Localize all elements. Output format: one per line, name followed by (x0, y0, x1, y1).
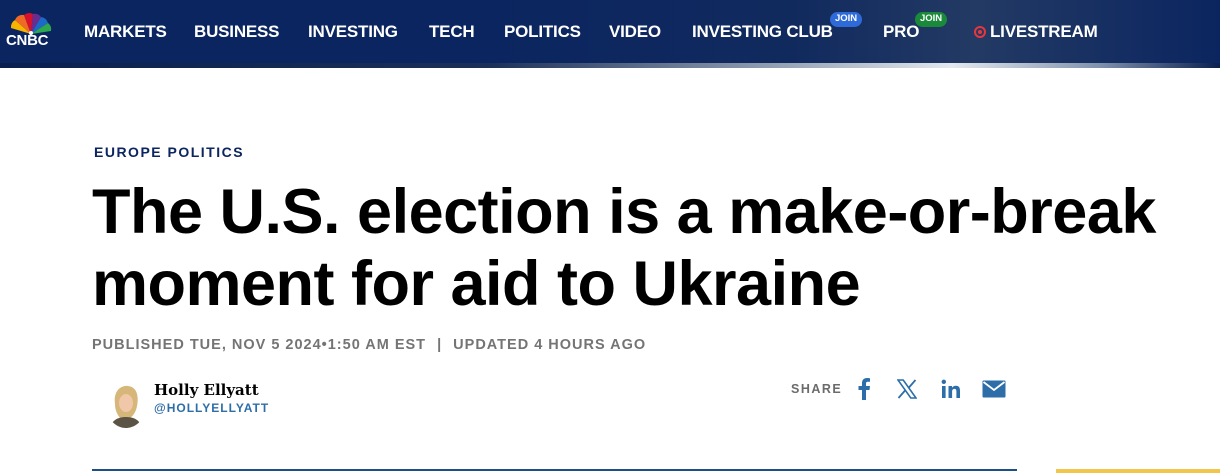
top-nav-bar: CNBC MARKETS BUSINESS INVESTING TECH POL… (0, 0, 1220, 68)
article-headline: The U.S. election is a make-or-break mom… (92, 177, 1156, 319)
nav-livestream[interactable]: LIVESTREAM (990, 22, 1098, 42)
pro-join-badge[interactable]: JOIN (915, 12, 948, 27)
logo-text: CNBC (6, 32, 49, 49)
nav-bottom-sheen (0, 63, 1220, 68)
author-handle[interactable]: @HOLLYELLYATT (154, 401, 269, 415)
nav-markets[interactable]: MARKETS (84, 22, 167, 42)
facebook-icon[interactable] (852, 377, 876, 401)
content-divider (92, 469, 1017, 471)
updated-time: UPDATED 4 HOURS AGO (453, 337, 647, 353)
timestamp-separator: | (437, 337, 443, 353)
author-name[interactable]: Holly Ellyatt (154, 381, 259, 399)
nav-investing-club[interactable]: INVESTING CLUB (692, 22, 833, 42)
article-timestamp: PUBLISHED TUE, NOV 5 2024•1:50 AM EST | … (92, 337, 646, 353)
author-avatar[interactable] (106, 382, 146, 428)
section-label[interactable]: EUROPE POLITICS (94, 144, 244, 160)
investing-club-join-badge[interactable]: JOIN (830, 12, 863, 27)
nav-politics[interactable]: POLITICS (504, 22, 581, 42)
nav-pro[interactable]: PRO (883, 22, 919, 42)
nav-investing[interactable]: INVESTING (308, 22, 398, 42)
email-icon[interactable] (982, 377, 1006, 401)
live-indicator-icon (974, 26, 986, 38)
x-icon[interactable] (895, 377, 919, 401)
published-time: PUBLISHED TUE, NOV 5 2024•1:50 AM EST (92, 337, 427, 353)
share-label: SHARE (791, 382, 843, 396)
nav-tech[interactable]: TECH (429, 22, 475, 42)
linkedin-icon[interactable] (939, 377, 963, 401)
sidebar-top-accent (1056, 469, 1220, 473)
nav-business[interactable]: BUSINESS (194, 22, 280, 42)
nav-video[interactable]: VIDEO (609, 22, 661, 42)
